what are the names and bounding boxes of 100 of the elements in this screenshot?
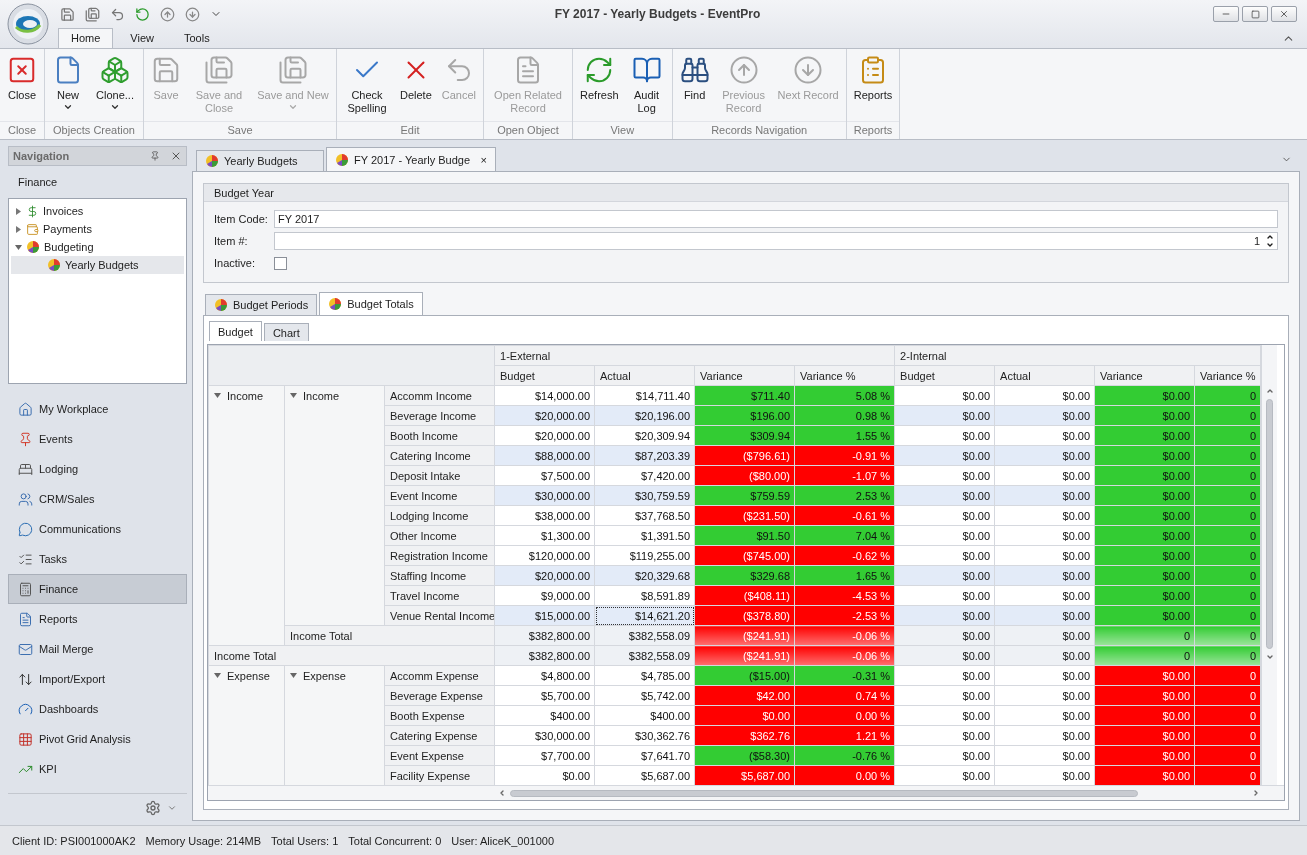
navigation-item[interactable]: My Workplace — [8, 394, 187, 424]
ribbon-button[interactable]: Clone... — [90, 53, 140, 121]
save-icon[interactable] — [60, 6, 75, 22]
navigation-item[interactable]: KPI — [8, 754, 187, 784]
collapse-arrow-icon[interactable] — [214, 672, 221, 679]
pie-icon — [47, 258, 61, 272]
ribbon-button[interactable]: New — [48, 53, 88, 121]
tree-item[interactable]: Payments — [11, 220, 184, 238]
settings-icon[interactable] — [145, 799, 161, 816]
ribbon-group-label: Reports — [846, 121, 900, 139]
navigation-item[interactable]: Tasks — [8, 544, 187, 574]
navigation-item[interactable]: Communications — [8, 514, 187, 544]
field-label: Item Code: — [214, 213, 269, 225]
close-icon[interactable] — [170, 150, 182, 162]
navigation-item[interactable]: Events — [8, 424, 187, 454]
tree-item[interactable]: Budgeting — [11, 238, 184, 256]
number-field[interactable]: 1 — [274, 232, 1278, 250]
row-header: Income Total — [208, 645, 495, 666]
cubes-icon — [100, 55, 130, 85]
binoculars-icon — [679, 55, 710, 85]
navigation-item[interactable]: Pivot Grid Analysis — [8, 724, 187, 754]
row-group-label: Expense — [303, 669, 346, 682]
grid-icon — [18, 731, 33, 747]
input-field[interactable]: FY 2017 — [274, 210, 1278, 228]
close-icon — [1279, 9, 1289, 19]
report-icon — [18, 611, 33, 627]
ribbon-group-label: Open Object — [484, 121, 573, 139]
ribbon-tab[interactable]: View — [117, 28, 167, 48]
minimize-button[interactable] — [1213, 6, 1239, 22]
save-new-icon — [278, 55, 308, 85]
save-close-icon — [204, 55, 234, 85]
ribbon-button[interactable]: Close — [3, 53, 41, 121]
tab[interactable]: Budget Totals — [319, 292, 423, 315]
collapse-arrow-icon[interactable] — [290, 672, 297, 679]
navigation-item[interactable]: Import/Export — [8, 664, 187, 694]
checklist-icon — [18, 551, 33, 567]
ribbon-button[interactable]: Check Spelling — [340, 53, 394, 121]
maximize-button[interactable] — [1242, 6, 1268, 22]
maximize-icon — [1250, 9, 1260, 19]
document-tab[interactable]: Yearly Budgets — [196, 150, 324, 171]
field-label: Item #: — [214, 235, 249, 247]
collapse-arrow-icon[interactable] — [15, 243, 22, 251]
tree-item[interactable]: Yearly Budgets — [11, 256, 184, 274]
ribbon-button[interactable]: Delete — [396, 53, 436, 121]
column-group-header: 2-Internal — [894, 345, 1261, 366]
tab[interactable]: Budget Periods — [205, 294, 318, 315]
navigation-item[interactable]: Dashboards — [8, 694, 187, 724]
tab[interactable]: Budget — [209, 321, 262, 341]
ribbon-group-label: Save — [144, 121, 336, 139]
expand-arrow-icon[interactable] — [15, 225, 22, 233]
undo-icon[interactable] — [110, 6, 125, 22]
ribbon-tab[interactable]: Home — [58, 28, 114, 48]
calculator-icon — [18, 581, 33, 597]
checkbox[interactable] — [274, 256, 287, 270]
ribbon-button[interactable]: Reports — [849, 53, 897, 121]
section-title: Finance — [17, 175, 59, 190]
ribbon-button[interactable]: Find — [675, 53, 714, 121]
horizontal-scrollbar[interactable] — [208, 785, 1284, 800]
app-logo[interactable] — [7, 3, 49, 45]
field-label: Inactive: — [214, 257, 256, 269]
ribbon-tab[interactable]: Tools — [171, 28, 223, 48]
wallet-icon — [26, 222, 39, 236]
mail-icon — [18, 641, 33, 657]
vertical-scrollbar[interactable] — [1261, 345, 1278, 785]
row-group-label: Expense — [227, 669, 270, 682]
ribbon-group-label: Close — [0, 121, 44, 139]
navigation-item[interactable]: Reports — [8, 604, 187, 634]
gauge-icon — [18, 701, 33, 717]
document-tab[interactable]: FY 2017 - Yearly Budge × — [326, 147, 496, 171]
close-tab-button[interactable]: × — [480, 153, 487, 166]
navigation-item[interactable]: Lodging — [8, 454, 187, 484]
ribbon-group-label: Records Navigation — [672, 121, 846, 139]
expand-arrow-icon[interactable] — [15, 207, 22, 215]
refresh-icon[interactable] — [135, 6, 150, 22]
scroll-up-icon[interactable] — [1265, 387, 1274, 395]
scroll-left-icon[interactable] — [498, 789, 506, 797]
collapse-arrow-icon[interactable] — [290, 392, 297, 399]
house-icon — [18, 401, 33, 417]
scroll-right-icon[interactable] — [1252, 789, 1260, 797]
tree-item[interactable]: Invoices — [11, 202, 184, 220]
save-close-icon[interactable] — [85, 6, 100, 22]
pie-icon — [205, 154, 219, 168]
pin-icon — [18, 431, 33, 447]
ribbon-group-label: Edit — [337, 121, 484, 139]
navigation-item[interactable]: Finance — [8, 574, 187, 604]
ribbon-group-label: Objects Creation — [45, 121, 143, 139]
pin-icon[interactable] — [150, 151, 160, 161]
close-button[interactable] — [1271, 6, 1297, 22]
spin-down-icon[interactable] — [1266, 241, 1274, 249]
status-text: Total Concurrent: 0 — [348, 834, 442, 847]
ribbon-button[interactable]: Audit Log — [624, 53, 669, 121]
navigation-item[interactable]: CRM/Sales — [8, 484, 187, 514]
scroll-down-icon[interactable] — [1265, 653, 1274, 661]
spin-up-icon[interactable] — [1266, 233, 1274, 241]
navigation-item[interactable]: Mail Merge — [8, 634, 187, 664]
ribbon-button[interactable]: Refresh — [576, 53, 623, 121]
collapse-arrow-icon[interactable] — [214, 392, 221, 399]
tab[interactable]: Chart — [263, 323, 309, 341]
pie-icon — [328, 297, 343, 311]
row-group-label: Income — [303, 389, 340, 402]
